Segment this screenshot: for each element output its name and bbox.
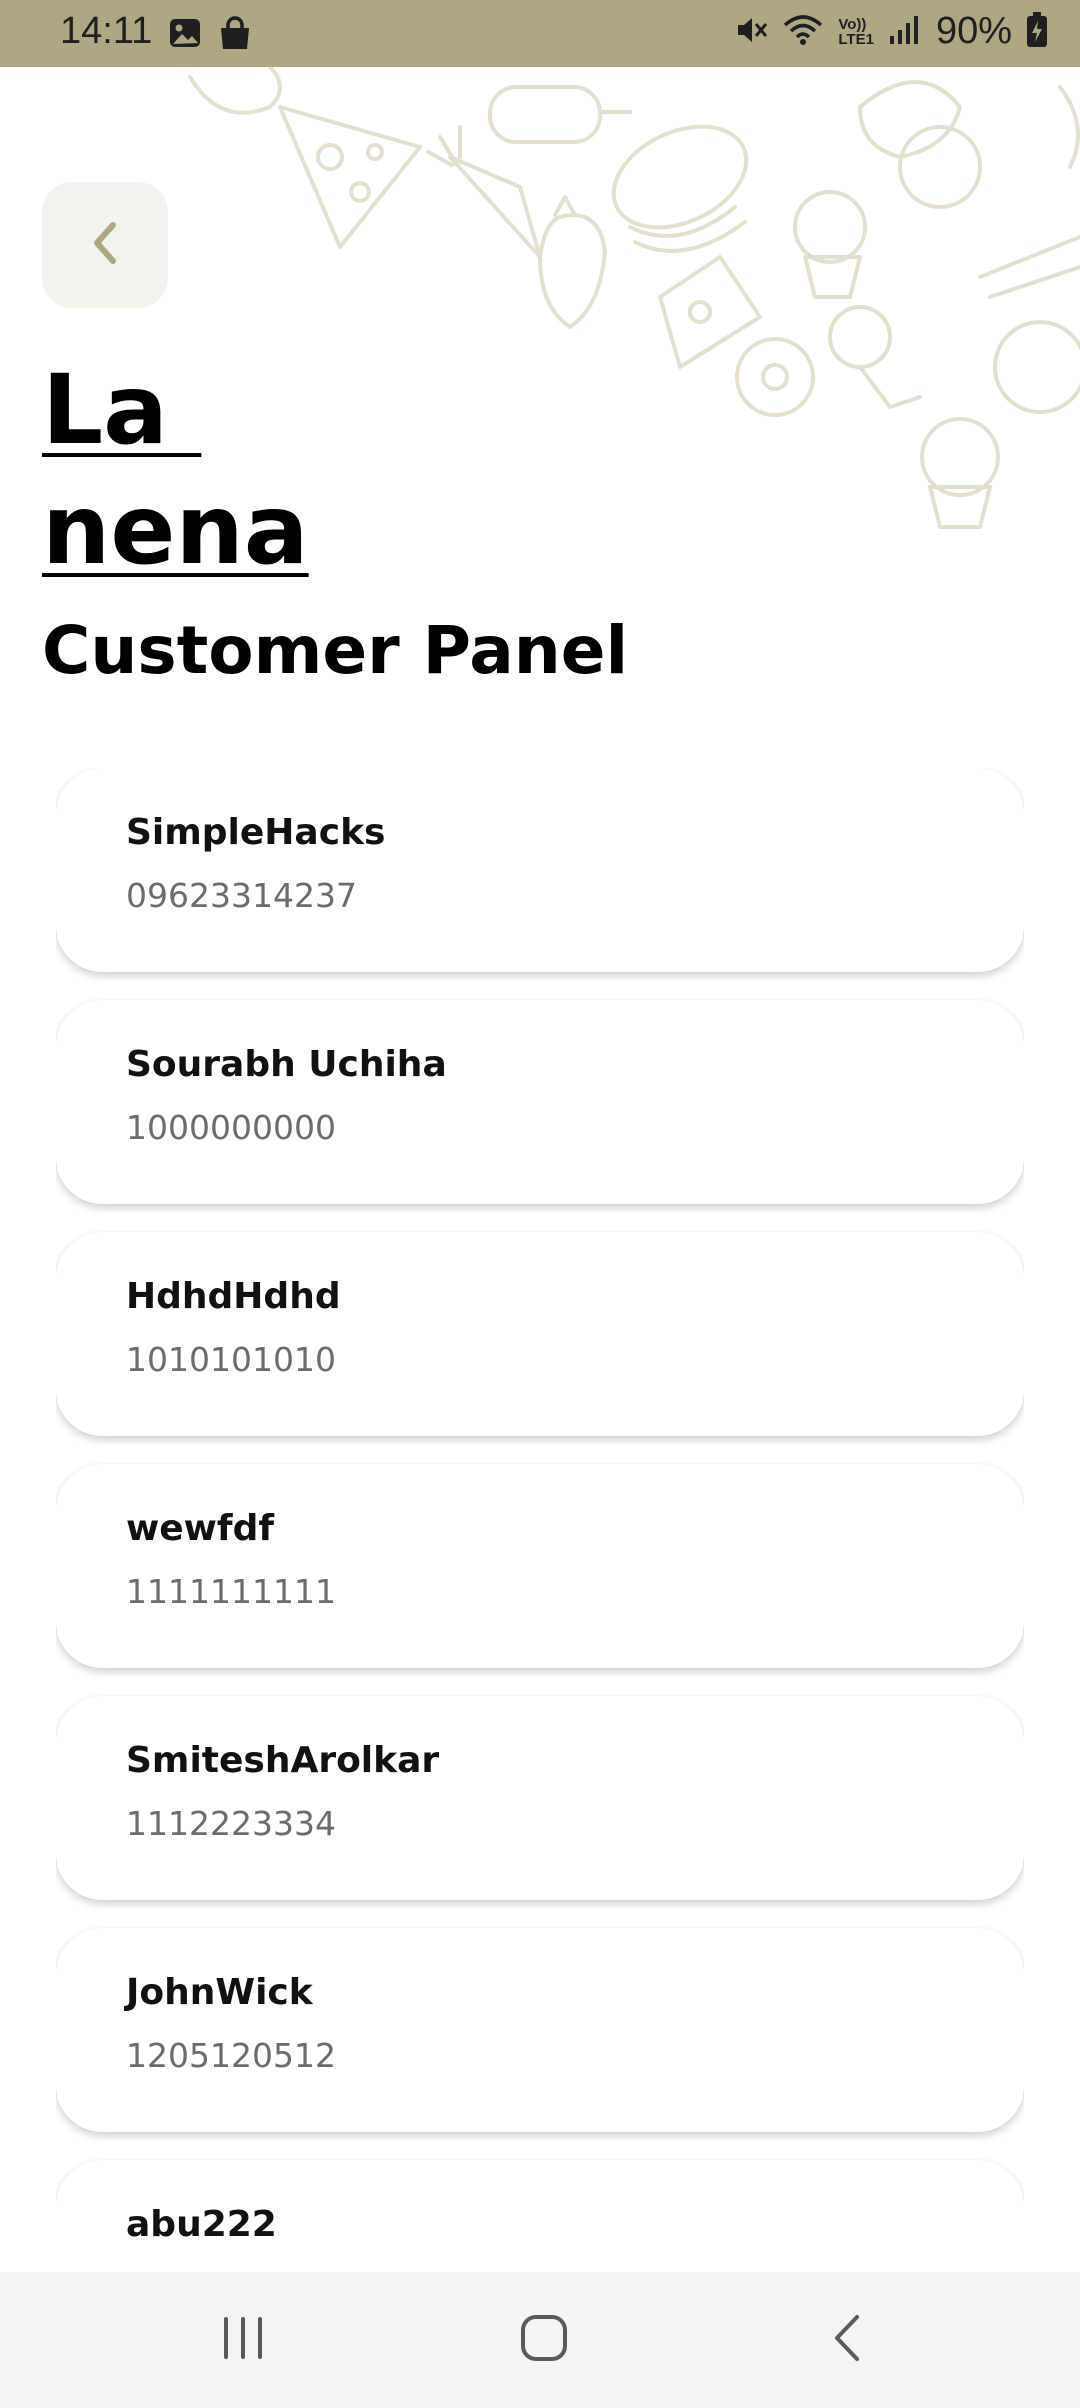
customer-card[interactable]: SimpleHacks 09623314237 — [56, 768, 1024, 972]
customer-card[interactable]: Sourabh Uchiha 1000000000 — [56, 1000, 1024, 1204]
brand-title-line-2: nena — [42, 474, 309, 586]
volte-label-bottom: LTE1 — [838, 30, 874, 48]
customer-name: HdhdHdhd — [126, 1276, 341, 1317]
customer-name: SmiteshArolkar — [126, 1740, 440, 1781]
mute-icon — [734, 13, 768, 51]
customer-card[interactable]: wewfdf 1111111111 — [56, 1464, 1024, 1668]
page-title: Customer Panel — [42, 612, 629, 689]
customer-phone: 1111111111 — [126, 1572, 336, 1611]
screen: 14:11 Vo)) LTE1 90% La nena Customer Pan… — [0, 0, 1080, 2408]
battery-level: 90% — [935, 10, 1012, 52]
status-time: 14:11 — [60, 10, 153, 52]
volte-icon: Vo)) LTE1 — [838, 17, 874, 47]
customer-phone: 1000000000 — [126, 1108, 336, 1147]
status-bar: 14:11 Vo)) LTE1 90% — [0, 0, 1080, 67]
recents-button[interactable] — [193, 2300, 293, 2380]
shopping-bag-icon — [218, 16, 252, 56]
signal-icon — [888, 14, 922, 50]
customer-card[interactable]: HdhdHdhd 1010101010 — [56, 1232, 1024, 1436]
customer-phone: 09623314237 — [126, 876, 357, 915]
image-icon — [168, 16, 202, 56]
customer-phone: 1112223334 — [126, 1804, 336, 1843]
chevron-left-icon — [85, 219, 125, 271]
customer-list[interactable]: SimpleHacks 09623314237 Sourabh Uchiha 1… — [56, 768, 1024, 2272]
home-button[interactable] — [494, 2300, 594, 2380]
system-nav-bar — [0, 2272, 1080, 2408]
volte-label-top: Vo)) — [838, 15, 867, 33]
status-left-icons — [168, 16, 252, 56]
customer-name: SimpleHacks — [126, 812, 386, 853]
back-icon — [827, 2313, 867, 2367]
customer-name: JohnWick — [126, 1972, 313, 2013]
customer-phone: 1205120512 — [126, 2036, 336, 2075]
home-icon — [519, 2313, 569, 2367]
customer-name: wewfdf — [126, 1508, 275, 1549]
back-button[interactable] — [42, 182, 168, 308]
system-back-button[interactable] — [797, 2300, 897, 2380]
battery-charging-icon — [1026, 11, 1048, 52]
customer-card[interactable]: JohnWick 1205120512 — [56, 1928, 1024, 2132]
customer-name: Sourabh Uchiha — [126, 1044, 447, 1085]
customer-card[interactable]: SmiteshArolkar 1112223334 — [56, 1696, 1024, 1900]
customer-phone: 1010101010 — [126, 1340, 336, 1379]
customer-name: abu222 — [126, 2204, 277, 2245]
customer-card[interactable]: abu222 — [56, 2160, 1024, 2272]
brand-title-line-1: La — [42, 354, 202, 466]
wifi-icon — [782, 13, 824, 51]
recents-icon — [218, 2315, 268, 2365]
status-right: Vo)) LTE1 90% — [734, 10, 1048, 53]
